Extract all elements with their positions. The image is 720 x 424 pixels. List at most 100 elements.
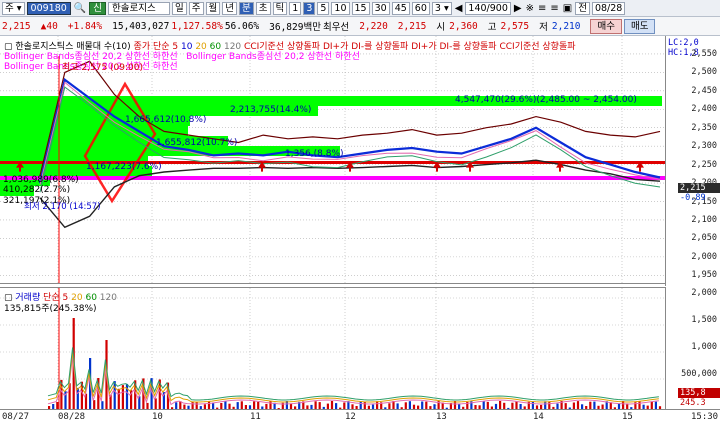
volume-bar	[404, 402, 407, 409]
vp-label-5: 1,356,(8.8%)	[285, 149, 344, 159]
volume-bar	[207, 401, 211, 409]
volume-bar	[359, 401, 362, 409]
volume-tick-label: 1,000	[691, 342, 717, 352]
legend-signal-4: CCI기준선 상향돌파	[499, 42, 576, 52]
volume-tick-label: 1,500	[691, 315, 717, 325]
period-year[interactable]: 년	[222, 1, 238, 15]
volume-bar	[195, 401, 198, 409]
volume-bar	[589, 401, 592, 409]
search-icon[interactable]: 🔍	[73, 3, 87, 14]
volume-axis: 2,000 1,500 1,000 500,000 135,8 245.3	[665, 287, 720, 409]
volume-bar	[76, 387, 79, 409]
date-tick-label: 13	[436, 412, 447, 422]
interval-30[interactable]: 30	[371, 1, 390, 15]
trade-amount: 36,829백만	[269, 22, 321, 33]
list-icon[interactable]: ≡	[549, 3, 559, 14]
volume-bar	[191, 401, 194, 409]
volume-bar	[425, 401, 428, 409]
stock-code-input[interactable]: 009180	[26, 1, 71, 15]
date-tick-label: 08/28	[58, 412, 86, 422]
vp-label-2: 2,213,755(14.4%)	[230, 105, 312, 115]
overlay-icon[interactable]: ※	[525, 3, 535, 14]
count-select[interactable]: 3 ▾	[431, 1, 452, 15]
date-tick-label: 14	[533, 412, 544, 422]
grid-icon[interactable]: ▣	[562, 3, 573, 14]
prev-icon[interactable]: ◀	[454, 3, 464, 14]
period-second[interactable]: 초	[255, 1, 271, 15]
interval-10[interactable]: 10	[331, 1, 350, 15]
next-icon[interactable]: ▶	[513, 3, 523, 14]
best-bid-label: 최우선	[322, 22, 350, 33]
price-tick-label: 2,400	[691, 104, 717, 115]
vp-label-main: 4,547,470(29.6%)(2,485.00 ~ 2,454.00)	[455, 95, 637, 105]
date-axis: 08/27 08/28 10 11 12 13 14 15 15:30	[0, 409, 720, 424]
sell-button[interactable]: 매도	[623, 18, 656, 34]
volume-bar	[363, 401, 366, 409]
volume-bar	[650, 401, 653, 409]
high-label: 고	[487, 22, 497, 33]
indicator-icon[interactable]: ≡	[537, 3, 547, 14]
volume-bar	[224, 401, 227, 409]
volume-chart-canvas[interactable]	[0, 288, 665, 409]
period-minute[interactable]: 분	[239, 1, 254, 15]
interval-3[interactable]: 3	[303, 1, 316, 15]
open-price: 2,360	[449, 20, 478, 32]
change-pct: +1.84%	[67, 20, 103, 32]
volume-bar	[269, 401, 272, 409]
legend-bollinger-2: Bollinger Bands종심선 20,2 상한선 하한선	[186, 52, 360, 62]
date-input[interactable]: 08/28	[591, 1, 626, 15]
best-bid: 2,220	[359, 20, 388, 32]
date-tick-label: 11	[250, 412, 261, 422]
volume-profile-bar-4	[0, 126, 188, 136]
interval-15[interactable]: 15	[351, 1, 370, 15]
volume-bar	[593, 401, 596, 409]
volume-bar	[515, 401, 518, 409]
volume-bar	[175, 402, 178, 409]
market-select[interactable]: 주 ▾	[2, 1, 25, 15]
chart-toolbar: 주 ▾ 009180 🔍 신 한솔로지스 일 주 월 년 분 초 틱 1 3 5…	[0, 0, 720, 17]
price-tick-label: 2,450	[691, 85, 717, 96]
price-tick-label: 2,000	[691, 251, 717, 262]
stock-name: 한솔로지스	[108, 1, 171, 15]
period-tick[interactable]: 틱	[272, 1, 288, 15]
interval-1[interactable]: 1	[289, 1, 302, 15]
volume-bar	[93, 400, 96, 409]
period-week[interactable]: 주	[188, 1, 204, 15]
full-button[interactable]: 전	[575, 1, 590, 15]
volume-chart[interactable]: ▢ 거래량 단순 5 20 60 120 135,815주(245.38%)	[0, 287, 665, 409]
date-tick-label: 12	[345, 412, 356, 422]
price-chart-canvas[interactable]	[0, 36, 665, 284]
volume-ratio: 56.06%	[224, 20, 260, 32]
date-tick-label: 08/27	[2, 412, 30, 422]
period-month[interactable]: 월	[205, 1, 221, 15]
price-tick-label: 1,950	[691, 270, 717, 281]
vp-label-4: 1,655,812(10.7%)	[156, 138, 238, 148]
volume-bar	[408, 401, 411, 409]
interval-45[interactable]: 45	[391, 1, 410, 15]
volume-legend-120: 120	[99, 293, 117, 303]
interval-60[interactable]: 60	[411, 1, 430, 15]
buy-button[interactable]: 매수	[590, 18, 622, 34]
price-tick-label: 2,550	[691, 48, 717, 59]
vp-label-8: 410,282(2.7%)	[3, 185, 71, 195]
price-chart[interactable]: ▢ 한솔로지스틱스 매물대 수(10) 종가 단순 5 10 20 60 120…	[0, 36, 665, 284]
price-tick-label: 2,100	[691, 214, 717, 225]
interval-5[interactable]: 5	[317, 1, 330, 15]
low-label: 저	[539, 22, 548, 33]
current-volume-pct: 245.3	[680, 398, 706, 408]
price-tick-label: 2,350	[691, 122, 717, 133]
volume-bar	[318, 402, 321, 409]
volume-bar	[638, 401, 641, 409]
volume-pct: 1,127.58%	[171, 20, 223, 32]
price-tick-label: 2,250	[691, 159, 717, 170]
volume-bar	[499, 401, 502, 409]
credit-badge: 신	[89, 1, 107, 15]
price-tick-label: 2,500	[691, 67, 717, 78]
price-tick-label: 2,050	[691, 233, 717, 244]
period-day[interactable]: 일	[172, 1, 187, 15]
volume-bar	[56, 402, 59, 409]
open-label: 시	[436, 22, 446, 33]
volume-bar	[117, 388, 120, 409]
legend-signal-3: DI+가 DI-를 상향돌파	[411, 42, 497, 52]
date-tick-label: 10	[152, 412, 163, 422]
